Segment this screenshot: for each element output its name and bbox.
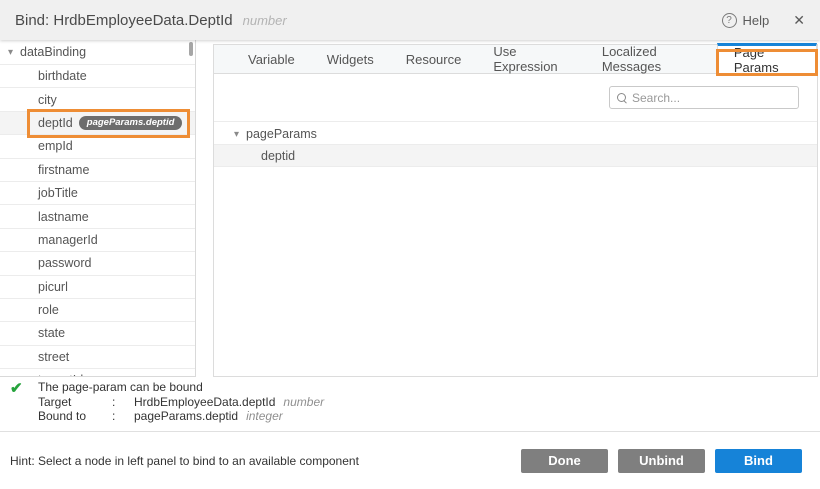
status-row-label: Bound to: [38, 409, 112, 424]
sidebar-item-lastname[interactable]: lastname: [0, 205, 195, 228]
hint-text: Hint: Select a node in left panel to bin…: [10, 454, 511, 468]
status-row-value: pageParams.deptid: [134, 409, 238, 424]
dialog-title: Bind: HrdbEmployeeData.DeptId: [15, 12, 233, 29]
sidebar-item-street[interactable]: street: [0, 346, 195, 369]
check-icon: ✔: [10, 379, 23, 397]
status-row-type: number: [283, 395, 324, 410]
status-row-colon: :: [112, 395, 134, 410]
sidebar-item-picurl[interactable]: picurl: [0, 276, 195, 299]
chevron-down-icon: ▾: [8, 47, 13, 58]
sidebar-item-label: lastname: [38, 210, 89, 224]
status-row-type: integer: [246, 409, 283, 424]
tab-content: ▾ pageParams deptid: [214, 74, 817, 376]
sidebar-item-label: city: [38, 93, 57, 107]
status-rows: Target:HrdbEmployeeData.deptIdnumberBoun…: [38, 395, 324, 424]
sidebar-item-tenantId[interactable]: tenantId: [0, 369, 195, 377]
page-params-tree: ▾ pageParams deptid: [214, 124, 817, 167]
tab-label: Variable: [248, 52, 295, 67]
sidebar-item-label: picurl: [38, 280, 68, 294]
help-button[interactable]: ? Help: [722, 13, 770, 28]
status-lines: The page-param can be bound Target:HrdbE…: [38, 380, 324, 424]
tab-localized-messages[interactable]: Localized Messages: [586, 45, 717, 73]
sidebar-item-jobTitle[interactable]: jobTitle: [0, 182, 195, 205]
close-icon[interactable]: ✕: [793, 12, 805, 29]
sidebar-item-label: firstname: [38, 163, 89, 177]
tab-label: Localized Messages: [602, 44, 701, 74]
tab-variable[interactable]: Variable: [232, 45, 311, 73]
status-row-label: Target: [38, 395, 112, 410]
sidebar-item-label: state: [38, 326, 65, 340]
sidebar-item-label: jobTitle: [38, 186, 78, 200]
help-label: Help: [743, 13, 770, 28]
sidebar-item-label: tenantId: [38, 373, 83, 377]
tab-page-params[interactable]: Page Params: [717, 43, 817, 73]
status-row-value: HrdbEmployeeData.deptId: [134, 395, 275, 410]
sidebar-item-deptId[interactable]: deptId pageParams.deptid: [0, 112, 195, 135]
sidebar-root-label: dataBinding: [20, 45, 86, 59]
status-message: The page-param can be bound: [38, 380, 324, 395]
tree-node-pageParams[interactable]: ▾ pageParams: [214, 124, 817, 144]
sidebar-item-label: street: [38, 350, 69, 364]
sidebar-item-managerId[interactable]: managerId: [0, 229, 195, 252]
sidebar-item-empId[interactable]: empId: [0, 135, 195, 158]
tree-node-deptid[interactable]: deptid: [214, 144, 817, 167]
sidebar-item-dataBinding[interactable]: ▾ dataBinding: [0, 40, 195, 65]
footer-buttons: Done Unbind Bind: [511, 449, 802, 473]
content-divider: [214, 121, 817, 122]
sidebar-item-label: role: [38, 303, 59, 317]
tab-use-expression[interactable]: Use Expression: [477, 45, 586, 73]
tree-root-label: pageParams: [246, 127, 317, 141]
tab-resource[interactable]: Resource: [390, 45, 478, 73]
tab-label: Page Params: [734, 45, 800, 75]
tab-strip: Variable Widgets Resource Use Expression Loc…: [214, 45, 817, 74]
tree-node-label: deptid: [261, 149, 295, 163]
search-input[interactable]: [632, 91, 791, 105]
dialog-header: Bind: HrdbEmployeeData.DeptId number ? H…: [0, 0, 820, 40]
status-row: Bound to:pageParams.deptid integer: [38, 409, 324, 424]
tab-label: Use Expression: [493, 44, 570, 74]
tab-widgets[interactable]: Widgets: [311, 45, 390, 73]
status-row-colon: :: [112, 409, 134, 424]
done-button[interactable]: Done: [521, 449, 608, 473]
sidebar-item-label: password: [38, 256, 92, 270]
sidebar-item-role[interactable]: role: [0, 299, 195, 322]
search-icon: [617, 93, 627, 103]
sidebar-item-label: deptId: [38, 116, 73, 130]
sidebar-item-state[interactable]: state: [0, 322, 195, 345]
bind-button[interactable]: Bind: [715, 449, 802, 473]
sidebar-item-label: managerId: [38, 233, 98, 247]
status-row: Target:HrdbEmployeeData.deptId number: [38, 395, 324, 410]
tab-label: Resource: [406, 52, 462, 67]
question-circle-icon: ?: [722, 13, 737, 28]
sidebar-item-birthdate[interactable]: birthdate: [0, 65, 195, 88]
sidebar-item-label: birthdate: [38, 69, 87, 83]
sidebar-item-city[interactable]: city: [0, 88, 195, 111]
sidebar-list: birthdate city deptId pageParams.deptid empI…: [0, 65, 195, 377]
sidebar-scrollbar[interactable]: [189, 42, 193, 56]
binding-source-panel: Variable Widgets Resource Use Expression Loc…: [213, 44, 818, 377]
unbind-button[interactable]: Unbind: [618, 449, 705, 473]
sidebar-item-password[interactable]: password: [0, 252, 195, 275]
footer-bar: Hint: Select a node in left panel to bin…: [0, 432, 820, 489]
sidebar-item-firstname[interactable]: firstname: [0, 159, 195, 182]
sidebar-item-label: empId: [38, 139, 73, 153]
search-box[interactable]: [609, 86, 799, 109]
bind-dialog: Bind: HrdbEmployeeData.DeptId number ? H…: [0, 0, 820, 489]
field-type-label: number: [243, 13, 287, 28]
tab-label: Widgets: [327, 52, 374, 67]
binding-status: ✔ The page-param can be bound Target:Hrd…: [0, 378, 820, 431]
chevron-down-icon: ▾: [234, 129, 239, 140]
tree-children: deptid: [214, 144, 817, 167]
bound-param-badge: pageParams.deptid: [79, 116, 183, 130]
data-binding-tree: ▾ dataBinding birthdate city deptId pagePar…: [0, 40, 196, 377]
